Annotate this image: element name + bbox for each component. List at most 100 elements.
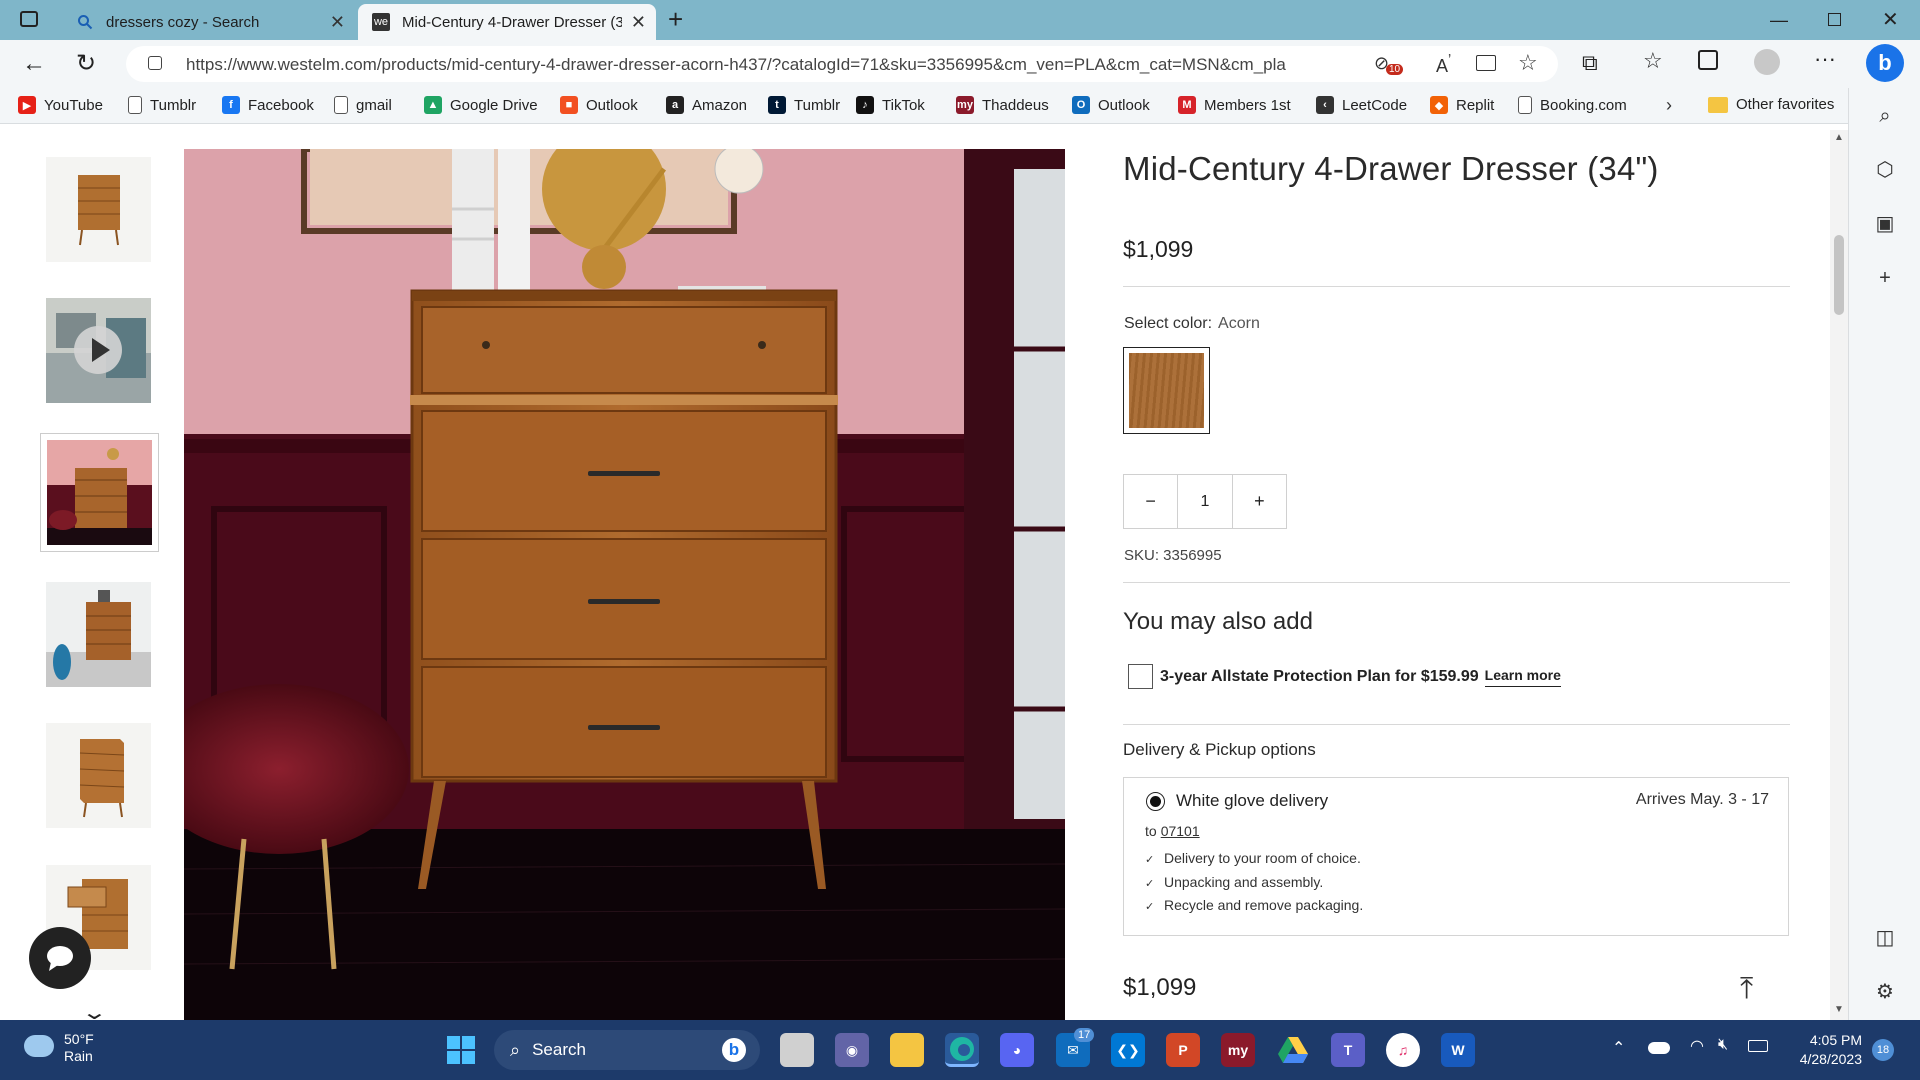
google-drive-icon[interactable] <box>1276 1033 1310 1067</box>
favorite-gmail[interactable]: gmail <box>334 96 392 114</box>
favorite-tiktok[interactable]: ♪ TikTok <box>856 96 925 114</box>
favorite-amazon[interactable]: a Amazon <box>666 96 747 114</box>
battery-icon[interactable] <box>1748 1040 1768 1052</box>
extensions-icon[interactable]: ⧉ <box>1582 50 1598 76</box>
read-aloud-icon[interactable]: Aʼ <box>1436 52 1451 77</box>
minimize-icon[interactable]: — <box>1770 10 1788 31</box>
delivery-option[interactable]: White glove delivery <box>1146 791 1328 811</box>
url-text[interactable]: https://www.westelm.com/products/mid-cen… <box>186 55 1286 75</box>
chat-button[interactable] <box>29 927 91 989</box>
tab-search[interactable]: dressers cozy - Search ✕ <box>60 4 355 40</box>
shopping-icon[interactable]: ⬡ <box>1873 158 1897 182</box>
other-favorites[interactable]: Other favorites <box>1708 96 1834 113</box>
add-favorite-icon[interactable]: ☆ <box>1518 50 1538 76</box>
thumbnail-dresser-front[interactable] <box>46 157 151 262</box>
immersive-reader-icon[interactable] <box>1476 55 1496 71</box>
delivery-radio[interactable] <box>1146 791 1165 811</box>
favorite-youtube[interactable]: ▶ YouTube <box>18 96 103 114</box>
onedrive-icon[interactable] <box>1648 1042 1670 1054</box>
close-tab-icon[interactable]: ✕ <box>631 12 646 33</box>
decrease-quantity-button[interactable]: − <box>1124 475 1177 528</box>
favorite-facebook[interactable]: f Facebook <box>222 96 314 114</box>
delivery-bullet: ✓ Delivery to your room of choice. <box>1145 850 1361 866</box>
hide-sidebar-icon[interactable]: ◫ <box>1873 926 1897 950</box>
we-favicon-icon: we <box>372 13 390 31</box>
collections-icon[interactable] <box>1698 50 1718 70</box>
powerpoint-icon[interactable]: P <box>1166 1033 1200 1067</box>
new-tab-icon[interactable]: + <box>668 4 683 35</box>
favorite-google-drive[interactable]: ▲ Google Drive <box>424 96 538 114</box>
amazon-icon: a <box>666 96 684 114</box>
my-app-icon[interactable]: my <box>1221 1033 1255 1067</box>
thumbnail-dresser-room[interactable] <box>40 433 159 552</box>
thumbnail-dresser-lifestyle[interactable] <box>46 582 151 687</box>
close-window-icon[interactable]: ✕ <box>1882 7 1899 32</box>
favorite-thaddeus[interactable]: my Thaddeus <box>956 96 1049 114</box>
search-icon[interactable]: ⌕ <box>1873 104 1897 128</box>
divider <box>1123 286 1790 287</box>
volume-muted-icon[interactable]: 🔇︎ <box>1718 1036 1728 1054</box>
copilot-icon[interactable]: b <box>1866 44 1904 82</box>
back-to-top-icon[interactable]: ⤒ <box>1740 972 1753 1006</box>
scroll-down-icon[interactable]: ▼ <box>1834 1004 1844 1015</box>
task-view-icon[interactable] <box>780 1033 814 1067</box>
more-menu-icon[interactable]: ··· <box>1814 46 1836 72</box>
discord-icon[interactable]: ◕ <box>1000 1033 1034 1067</box>
main-product-image[interactable] <box>184 149 1065 1020</box>
vscode-icon[interactable]: ❮❯ <box>1111 1033 1145 1067</box>
profile-avatar[interactable] <box>1754 49 1780 75</box>
scroll-thumb[interactable] <box>1834 235 1844 315</box>
thumbnail-dresser-angle[interactable] <box>46 723 151 828</box>
delivery-option-card[interactable]: White glove delivery Arrives May. 3 - 17… <box>1123 777 1789 936</box>
color-swatch-acorn[interactable] <box>1123 347 1210 434</box>
thumbnail-video[interactable] <box>46 298 151 403</box>
favorite-outlook[interactable]: O Outlook <box>1072 96 1150 114</box>
teams-icon[interactable]: T <box>1331 1033 1365 1067</box>
increase-quantity-button[interactable]: + <box>1233 475 1286 528</box>
settings-icon[interactable]: ⚙ <box>1873 980 1897 1004</box>
protection-plan-label: 3-year Allstate Protection Plan for $159… <box>1160 667 1479 685</box>
learn-more-link[interactable]: Learn more <box>1484 667 1561 687</box>
wifi-icon[interactable]: ◠ <box>1690 1036 1704 1056</box>
quantity-input[interactable]: 1 <box>1177 475 1233 528</box>
refresh-icon[interactable]: ↻ <box>76 49 96 78</box>
edge-icon[interactable] <box>945 1033 979 1067</box>
lock-icon[interactable] <box>148 56 162 70</box>
favorite-members-1st[interactable]: M Members 1st <box>1178 96 1291 114</box>
more-favorites-icon[interactable]: › <box>1666 95 1672 116</box>
chat-bubble-icon <box>47 946 73 971</box>
tracker-badge: 10 <box>1386 64 1404 75</box>
weather-widget[interactable]: 50°F Rain <box>24 1031 94 1065</box>
address-bar[interactable]: https://www.westelm.com/products/mid-cen… <box>126 46 1558 82</box>
scroll-up-icon[interactable]: ▲ <box>1834 132 1844 143</box>
favorite-tumblr[interactable]: Tumblr <box>128 96 196 114</box>
outlook-icon[interactable]: ▣ <box>1873 212 1897 236</box>
favorite-booking-com[interactable]: Booking.com <box>1518 96 1627 114</box>
add-icon[interactable]: + <box>1873 266 1897 290</box>
favorite-leetcode[interactable]: ‹ LeetCode <box>1316 96 1407 114</box>
taskbar-search[interactable]: ⌕ Search b <box>494 1030 760 1070</box>
favorite-tumblr[interactable]: t Tumblr <box>768 96 840 114</box>
taskbar-clock[interactable]: 4:05 PM 4/28/2023 <box>1790 1031 1862 1069</box>
back-icon[interactable]: ← <box>22 50 46 78</box>
protection-plan-checkbox[interactable] <box>1128 664 1153 689</box>
tab-dresser[interactable]: we Mid-Century 4-Drawer Dresser (3 ✕ <box>358 4 656 40</box>
notification-badge[interactable]: 18 <box>1872 1039 1894 1061</box>
start-icon[interactable] <box>444 1033 478 1067</box>
restore-icon[interactable] <box>1828 13 1841 26</box>
file-explorer-icon[interactable] <box>890 1033 924 1067</box>
word-icon[interactable]: W <box>1441 1033 1475 1067</box>
tab-actions-icon[interactable] <box>20 11 38 27</box>
teams-chat-icon[interactable]: ◉ <box>835 1033 869 1067</box>
close-tab-icon[interactable]: ✕ <box>330 12 345 33</box>
itunes-icon[interactable]: ♫ <box>1386 1033 1420 1067</box>
page-scrollbar[interactable]: ▲ ▼ <box>1830 130 1848 1020</box>
zip-code-link[interactable]: 07101 <box>1161 823 1200 839</box>
windows-taskbar: 50°F Rain ⌕ Search b ◉ ◕ ✉ 17 ❮❯ P my T … <box>0 1020 1920 1080</box>
favorite-outlook[interactable]: ■ Outlook <box>560 96 638 114</box>
show-hidden-icons[interactable]: ⌃ <box>1612 1038 1625 1058</box>
favorite-replit[interactable]: ◆ Replit <box>1430 96 1494 114</box>
thumbnail-scroll-down-icon[interactable]: ⌄ <box>81 1000 108 1020</box>
favorites-icon[interactable]: ☆ <box>1643 48 1663 74</box>
product-price: $1,099 <box>1123 236 1194 262</box>
